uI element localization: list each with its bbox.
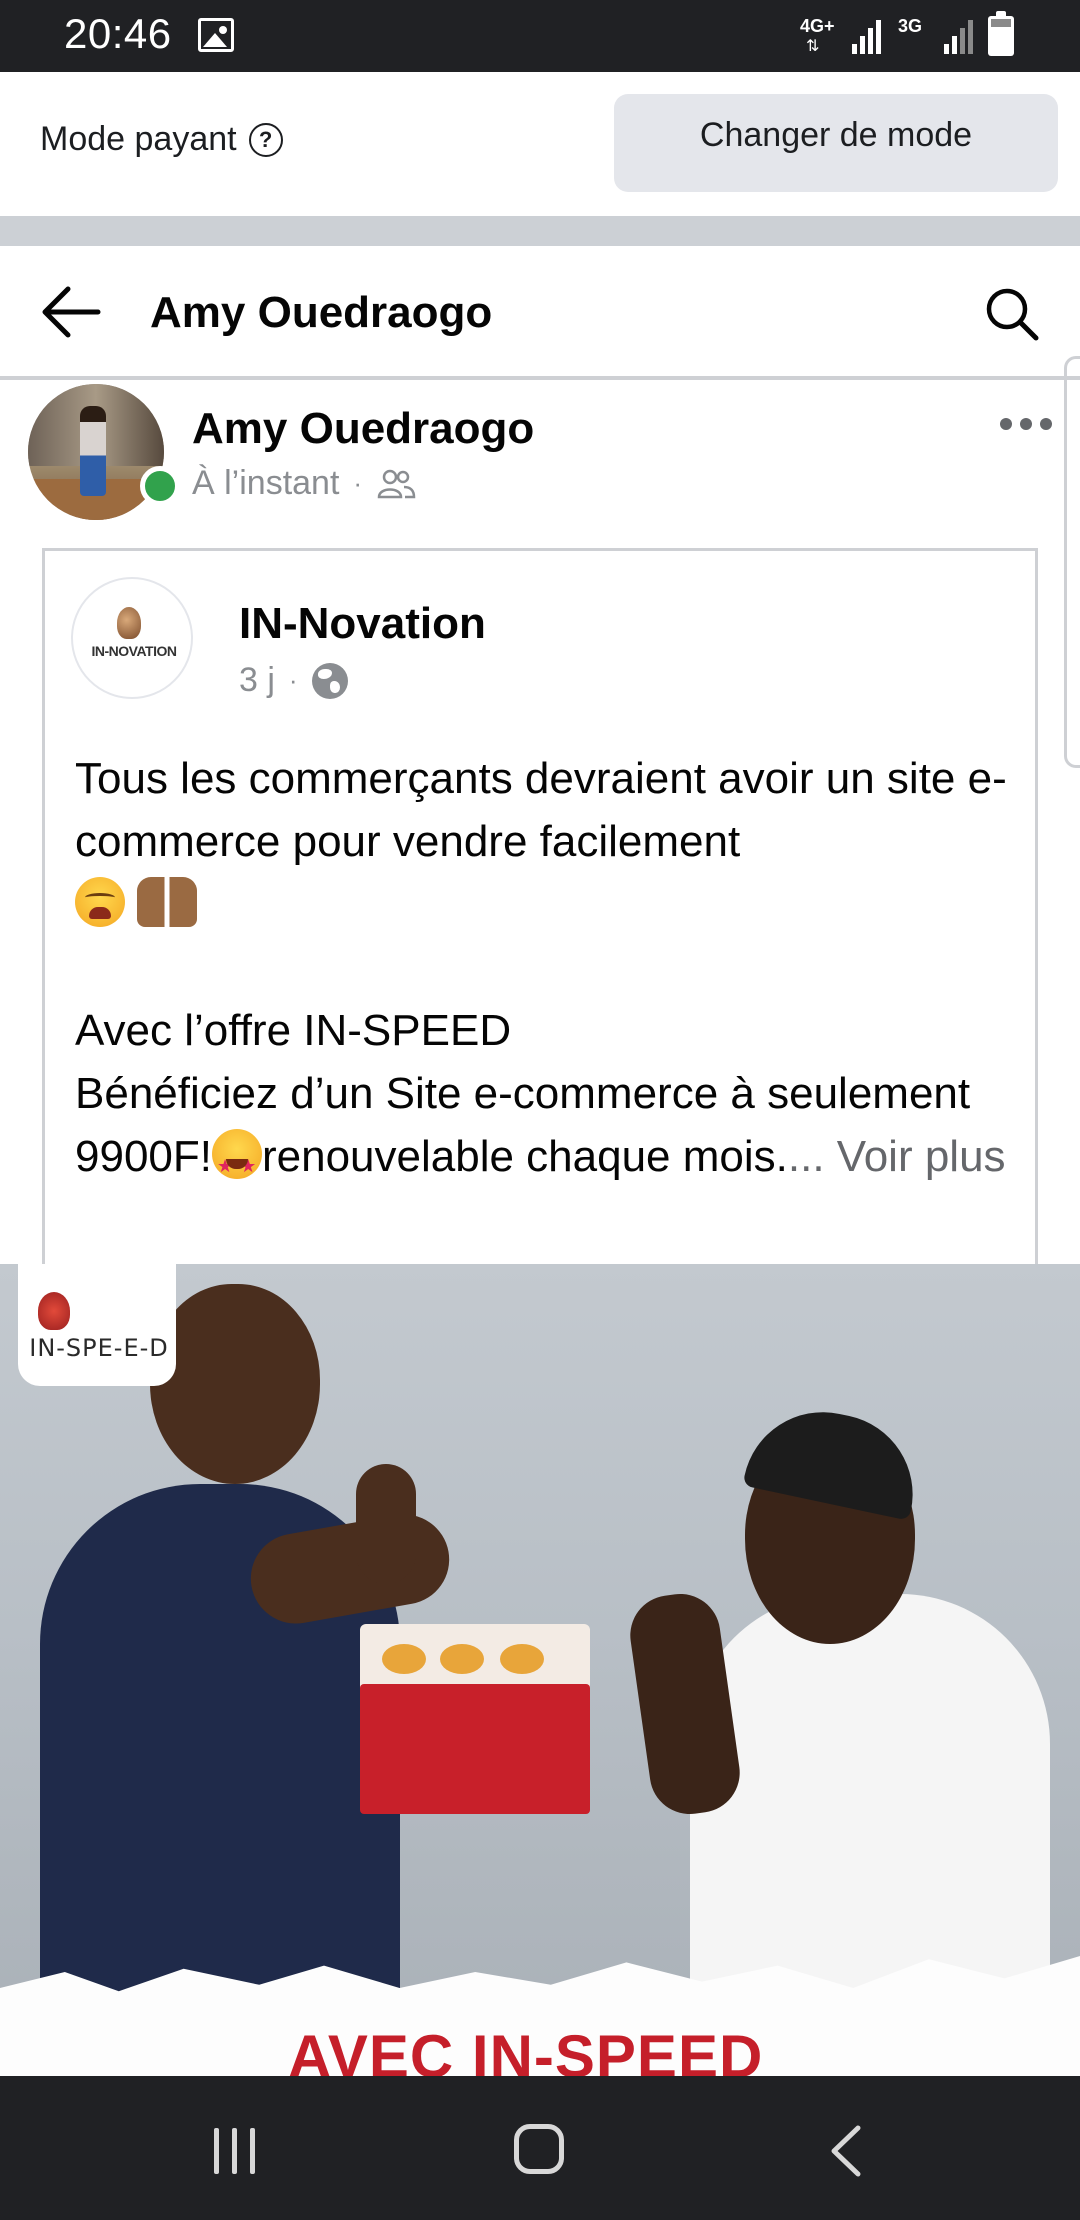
post-text-line: Tous les commerçants devraient avoir un … bbox=[75, 754, 1007, 866]
avatar[interactable] bbox=[28, 384, 164, 520]
weary-face-emoji bbox=[75, 877, 125, 927]
meta-separator: · bbox=[288, 665, 298, 695]
recents-icon[interactable] bbox=[214, 2128, 260, 2174]
food-item bbox=[382, 1644, 426, 1674]
post-text-spacer bbox=[75, 936, 1015, 999]
data-arrows-icon: ⇅ bbox=[806, 38, 820, 55]
post-meta: À l’instant · bbox=[192, 464, 416, 503]
battery-icon bbox=[988, 11, 1014, 56]
post-text-paragraph-2: Avec l’offre IN-SPEED Bénéficiez d’un Si… bbox=[75, 999, 1015, 1198]
more-horizontal-icon[interactable] bbox=[1000, 416, 1054, 432]
food-box bbox=[360, 1684, 590, 1814]
home-icon[interactable] bbox=[514, 2124, 564, 2174]
gallery-icon bbox=[198, 18, 234, 52]
section-divider bbox=[0, 216, 1080, 246]
back-icon[interactable] bbox=[826, 2124, 866, 2178]
shared-post-meta: 3 j · bbox=[239, 661, 348, 700]
food-item bbox=[440, 1644, 484, 1674]
page-logo-text: IN-NOVATION bbox=[91, 643, 177, 659]
mode-label: Mode payant bbox=[40, 120, 237, 158]
online-status-dot bbox=[140, 466, 180, 506]
page-avatar[interactable]: IN-NOVATION bbox=[71, 577, 193, 699]
meta-separator: · bbox=[353, 468, 363, 498]
thumbs-up-hand bbox=[356, 1464, 416, 1584]
signal-icon-secondary bbox=[944, 16, 980, 54]
shared-post-timestamp[interactable]: 3 j bbox=[239, 661, 275, 700]
star-struck-emoji bbox=[211, 1129, 262, 1198]
post-author-name[interactable]: Amy Ouedraogo bbox=[192, 404, 534, 454]
post-timestamp[interactable]: À l’instant bbox=[192, 464, 339, 503]
post-header: Amy Ouedraogo À l’instant · bbox=[0, 384, 1080, 544]
shared-post-card[interactable]: IN-NOVATION IN-Novation 3 j · Tous les c… bbox=[42, 548, 1038, 1268]
post-text-line: renouvelable chaque mois. bbox=[261, 1132, 788, 1181]
promo-person-right-arm bbox=[625, 1588, 745, 1820]
network-type-label-secondary: 3G bbox=[898, 16, 923, 36]
post-text: Tous les commerçants devraient avoir un … bbox=[75, 747, 1015, 1198]
see-more-link[interactable]: ... Voir plus bbox=[788, 1132, 1006, 1181]
status-time: 20:46 bbox=[64, 10, 172, 57]
post-text-line: Avec l’offre IN-SPEED bbox=[75, 1006, 512, 1055]
lightbulb-icon bbox=[38, 1292, 70, 1330]
mode-label-group: Mode payant ? bbox=[40, 120, 283, 159]
network-type-label: 4G+ bbox=[800, 16, 835, 36]
friends-icon[interactable] bbox=[376, 467, 416, 501]
raising-hands-emoji bbox=[137, 877, 198, 927]
page-header: Amy Ouedraogo bbox=[0, 246, 1080, 380]
shared-page-name[interactable]: IN-Novation bbox=[239, 599, 486, 649]
help-icon[interactable]: ? bbox=[248, 122, 283, 157]
food-item bbox=[500, 1644, 544, 1674]
post-text-paragraph-1: Tous les commerçants devraient avoir un … bbox=[75, 747, 1015, 936]
status-bar: 20:46 4G+ ⇅ 3G bbox=[0, 0, 1080, 72]
signal-icon bbox=[852, 16, 888, 54]
arrow-left-icon[interactable] bbox=[40, 284, 102, 340]
globe-icon bbox=[311, 662, 348, 699]
mode-bar: Mode payant ? Changer de mode bbox=[0, 72, 1080, 216]
promo-headline: AVEC IN-SPEED bbox=[288, 2023, 764, 2076]
search-icon[interactable] bbox=[982, 284, 1042, 344]
system-nav-bar bbox=[0, 2076, 1080, 2220]
promo-logo-text: IN-SPE-E-D bbox=[29, 1334, 169, 1362]
change-mode-button[interactable]: Changer de mode bbox=[614, 94, 1058, 192]
promo-image[interactable]: IN-SPE-E-D AVEC IN-SPEED bbox=[0, 1264, 1080, 2076]
promo-logo-badge: IN-SPE-E-D bbox=[18, 1264, 176, 1386]
page-title: Amy Ouedraogo bbox=[150, 288, 493, 337]
